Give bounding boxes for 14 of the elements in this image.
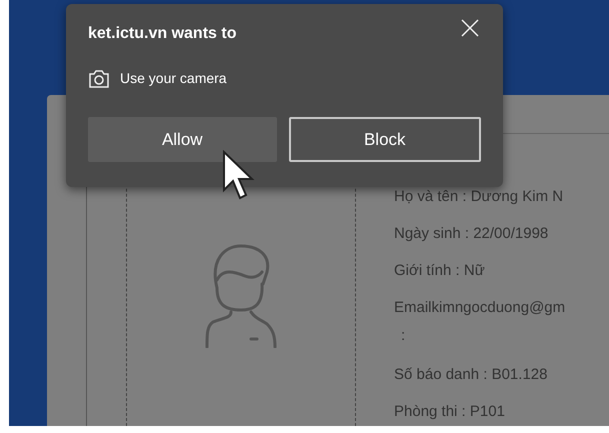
info-text: : xyxy=(401,327,406,344)
permission-text: Use your camera xyxy=(120,69,227,88)
info-text: Giới tính : Nữ xyxy=(394,262,485,279)
info-text: Ngày sinh : 22/00/1998 xyxy=(394,225,548,242)
camera-icon xyxy=(88,68,110,88)
info-text: Họ và tên : Dương Kim N xyxy=(394,188,564,205)
info-text: Số báo danh : B01.128 xyxy=(394,366,548,383)
person-icon xyxy=(205,244,277,348)
close-icon[interactable] xyxy=(461,19,479,37)
dialog-button[interactable]: Block xyxy=(288,117,481,162)
dialog-title: ket.ictu.vn wants to xyxy=(88,24,236,44)
info-text: Phòng thi : P101 xyxy=(394,403,505,420)
info-text: Emailkimngocduong@gm xyxy=(394,299,566,316)
dialog-button[interactable]: Allow xyxy=(88,117,276,162)
